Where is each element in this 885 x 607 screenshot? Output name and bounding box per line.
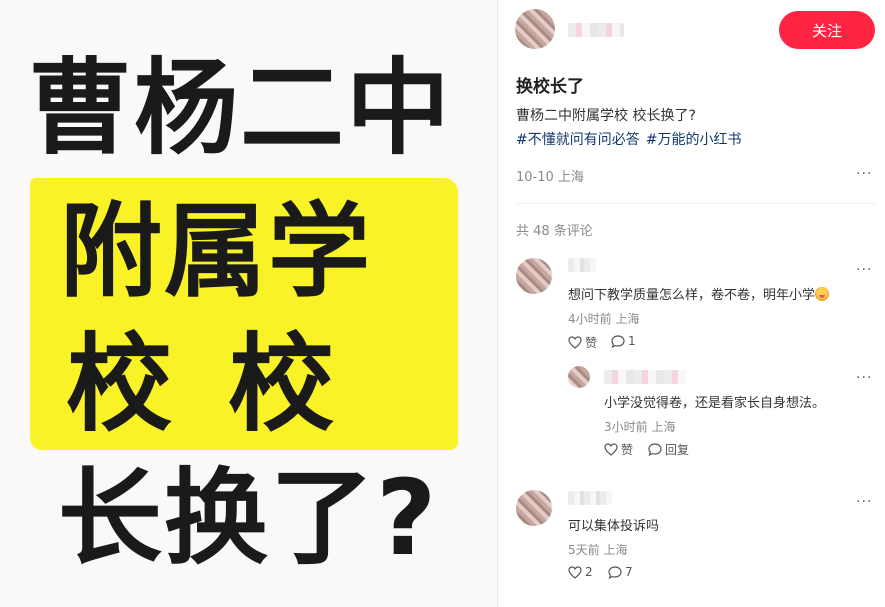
comment-bubble-icon [648, 443, 662, 456]
like-button[interactable]: 2 [568, 565, 593, 579]
reply-count: 7 [625, 565, 633, 579]
more-icon[interactable]: ··· [856, 494, 872, 510]
reply-text: 小学没觉得卷，还是看家长自身想法。 [604, 396, 826, 411]
comment-bubble-icon [611, 334, 625, 348]
author-avatar[interactable] [515, 9, 555, 49]
heart-icon [604, 443, 618, 456]
separator [516, 203, 875, 204]
author-name-blurred[interactable] [568, 23, 624, 37]
replier-avatar[interactable] [568, 366, 590, 388]
replier-name-blurred[interactable] [604, 370, 686, 384]
comment-bubble-icon [608, 565, 622, 579]
tag-link[interactable]: #万能的小红书 [646, 132, 742, 148]
post-image[interactable]: 曹杨二中 附属学 校校 长换了? [0, 0, 497, 607]
poster-line-3b: 校 [228, 323, 334, 446]
more-icon[interactable]: ··· [856, 262, 872, 278]
commenter-name-blurred[interactable] [568, 258, 596, 272]
comment-text: 想问下教学质量怎么样，卷不卷，明年小学 [568, 284, 830, 303]
comment-meta: 4小时前 上海 [568, 312, 640, 326]
poster-line-2: 附属学 [60, 193, 372, 312]
like-label: 赞 [621, 443, 634, 457]
post-title: 换校长了 [516, 77, 584, 97]
reply-count: 1 [628, 334, 636, 348]
post-body: 曹杨二中附属学校 校长换了? [516, 108, 696, 124]
post-tags: #不懂就问有问必答 #万能的小红书 [516, 130, 747, 150]
comment-count: 共 48 条评论 [516, 224, 593, 239]
like-label: 赞 [585, 336, 598, 350]
poster-line-3: 校校 [66, 328, 334, 442]
commenter-avatar[interactable] [516, 258, 552, 294]
reply-button[interactable]: 回复 [648, 441, 689, 458]
poster-line-4: 长换了? [58, 457, 439, 579]
follow-button[interactable]: 关注 [779, 11, 875, 49]
commenter-avatar[interactable] [516, 490, 552, 526]
like-button[interactable]: 赞 [568, 334, 597, 351]
reply-count-button[interactable]: 7 [608, 565, 633, 579]
heart-icon [568, 565, 582, 579]
comment-meta: 5天前 上海 [568, 543, 628, 557]
more-icon[interactable]: ··· [856, 166, 872, 182]
more-icon[interactable]: ··· [856, 370, 872, 386]
commenter-name-blurred[interactable] [568, 491, 612, 505]
emoji-icon [815, 287, 830, 301]
reply-label: 回复 [665, 443, 690, 457]
reply-count-button[interactable]: 1 [611, 334, 636, 348]
like-count: 2 [585, 565, 593, 579]
post-meta: 10-10 上海 [516, 170, 584, 185]
like-button[interactable]: 赞 [604, 441, 633, 458]
heart-icon [568, 336, 582, 349]
poster-line-3a: 校 [66, 323, 172, 446]
poster-line-1: 曹杨二中 [28, 47, 453, 169]
post-detail-panel: 关注 换校长了 曹杨二中附属学校 校长换了? #不懂就问有问必答 #万能的小红书 … [498, 0, 885, 607]
comment-text: 可以集体投诉吗 [568, 519, 660, 534]
tag-link[interactable]: #不懂就问有问必答 [516, 132, 640, 148]
comment-text-content: 想问下教学质量怎么样，卷不卷，明年小学 [568, 288, 816, 303]
reply-meta: 3小时前 上海 [604, 420, 676, 434]
